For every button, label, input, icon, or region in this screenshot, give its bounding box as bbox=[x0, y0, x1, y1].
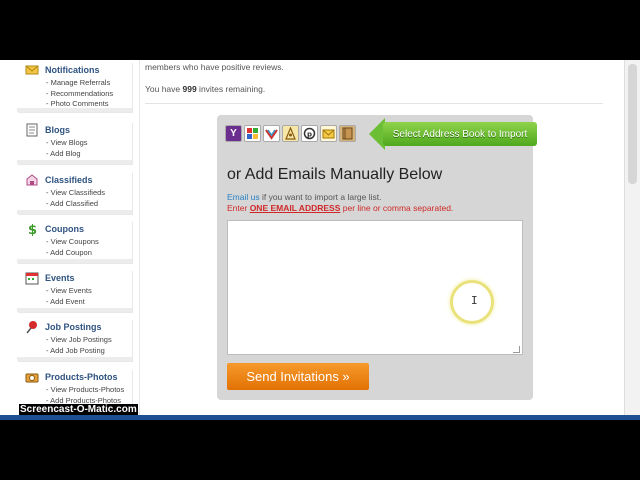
sidebar-link-view-products-photos[interactable]: - View Products-Photos bbox=[17, 385, 132, 396]
document-icon bbox=[25, 123, 39, 137]
sidebar-link-view-coupons[interactable]: - View Coupons bbox=[17, 237, 132, 248]
recorder-watermark: Screencast-O-Matic.com bbox=[19, 404, 138, 415]
sidebar-link-add-classified[interactable]: - Add Classified bbox=[17, 199, 132, 210]
mail-icon[interactable] bbox=[320, 125, 337, 142]
sidebar-link-add-blog[interactable]: - Add Blog bbox=[17, 149, 132, 160]
sidebar-title-products-photos[interactable]: Products-Photos bbox=[45, 372, 118, 382]
svg-text:p: p bbox=[307, 131, 312, 139]
gmail-icon[interactable] bbox=[244, 125, 261, 142]
sidebar-link-recommendations[interactable]: - Recommendations bbox=[17, 89, 132, 100]
dollar-icon: $ bbox=[25, 222, 39, 238]
sidebar-link-view-classifieds[interactable]: - View Classifieds bbox=[17, 188, 132, 199]
products-icon bbox=[25, 370, 39, 384]
select-address-book-label: Select Address Book to Import bbox=[383, 122, 537, 146]
contacts-icon[interactable] bbox=[282, 125, 299, 142]
send-invitations-button[interactable]: Send Invitations » bbox=[227, 363, 369, 390]
entry-suffix: per line or comma separated. bbox=[340, 203, 454, 213]
divider bbox=[145, 103, 603, 104]
scrollbar-thumb[interactable] bbox=[628, 64, 637, 184]
sidebar-link-view-job-postings[interactable]: - View Job Postings bbox=[17, 335, 132, 346]
classifieds-icon bbox=[25, 173, 39, 187]
sidebar-title-job-postings[interactable]: Job Postings bbox=[45, 322, 102, 332]
sidebar-block-notifications: Notifications - Manage Referrals - Recom… bbox=[17, 62, 132, 112]
pushpin-icon bbox=[25, 320, 39, 334]
yahoo-icon[interactable]: Y bbox=[225, 125, 242, 142]
sidebar-title-classifieds[interactable]: Classifieds bbox=[45, 175, 93, 185]
invite-panel: Y p Select Address Book to Import or Add… bbox=[217, 115, 537, 400]
sidebar-link-add-job-posting[interactable]: - Add Job Posting bbox=[17, 346, 132, 357]
sidebar-block-events: Events - View Events - Add Event bbox=[17, 270, 132, 312]
select-address-book-button[interactable]: Select Address Book to Import bbox=[369, 118, 540, 150]
large-list-text: if you want to import a large list. bbox=[259, 192, 382, 202]
entry-prefix: Enter bbox=[227, 203, 250, 213]
letterbox-bottom bbox=[0, 420, 640, 480]
calendar-icon bbox=[25, 271, 39, 285]
email-us-link[interactable]: Email us bbox=[227, 192, 260, 202]
page-scrollbar[interactable] bbox=[624, 60, 640, 420]
sidebar-title-blogs[interactable]: Blogs bbox=[45, 125, 70, 135]
envelope-icon bbox=[25, 63, 39, 77]
entry-instructions: Enter ONE EMAIL ADDRESS per line or comm… bbox=[227, 203, 453, 213]
invites-suffix: invites remaining. bbox=[196, 84, 266, 94]
large-list-help: Email us if you want to import a large l… bbox=[227, 192, 381, 202]
sidebar-block-coupons: $ Coupons - View Coupons - Add Coupon bbox=[17, 221, 132, 263]
letterbox-top bbox=[0, 0, 640, 60]
text-cursor-icon: I bbox=[471, 294, 478, 307]
sidebar-block-job-postings: Job Postings - View Job Postings - Add J… bbox=[17, 319, 132, 361]
sidebar-link-manage-referrals[interactable]: - Manage Referrals bbox=[17, 78, 132, 89]
sidebar: Notifications - Manage Referrals - Recom… bbox=[17, 60, 132, 420]
invites-count: 999 bbox=[182, 84, 197, 94]
invites-remaining: You have 999 invites remaining. bbox=[145, 84, 265, 94]
addressbook-icon[interactable] bbox=[339, 125, 356, 142]
plaxo-icon[interactable]: p bbox=[301, 125, 318, 142]
address-book-providers: Y p bbox=[225, 125, 356, 142]
sidebar-link-photo-comments[interactable]: - Photo Comments bbox=[17, 99, 132, 110]
resize-grip-icon[interactable] bbox=[513, 346, 520, 353]
manual-emails-title: or Add Emails Manually Below bbox=[227, 166, 443, 183]
entry-emphasis: ONE EMAIL ADDRESS bbox=[249, 203, 341, 213]
svg-text:$: $ bbox=[28, 223, 37, 236]
sidebar-title-notifications[interactable]: Notifications bbox=[45, 65, 100, 75]
sidebar-block-classifieds: Classifieds - View Classifieds - Add Cla… bbox=[17, 172, 132, 214]
sidebar-link-add-event[interactable]: - Add Event bbox=[17, 297, 132, 308]
sidebar-title-coupons[interactable]: Coupons bbox=[45, 224, 84, 234]
aol-icon[interactable] bbox=[263, 125, 280, 142]
sidebar-title-events[interactable]: Events bbox=[45, 273, 75, 283]
sidebar-link-add-coupon[interactable]: - Add Coupon bbox=[17, 248, 132, 259]
sidebar-link-view-events[interactable]: - View Events bbox=[17, 286, 132, 297]
browser-viewport: Notifications - Manage Referrals - Recom… bbox=[0, 60, 640, 420]
sidebar-block-blogs: Blogs - View Blogs - Add Blog bbox=[17, 122, 132, 164]
intro-text: members who have positive reviews. bbox=[145, 62, 284, 72]
invites-prefix: You have bbox=[145, 84, 183, 94]
sidebar-link-view-blogs[interactable]: - View Blogs bbox=[17, 138, 132, 149]
